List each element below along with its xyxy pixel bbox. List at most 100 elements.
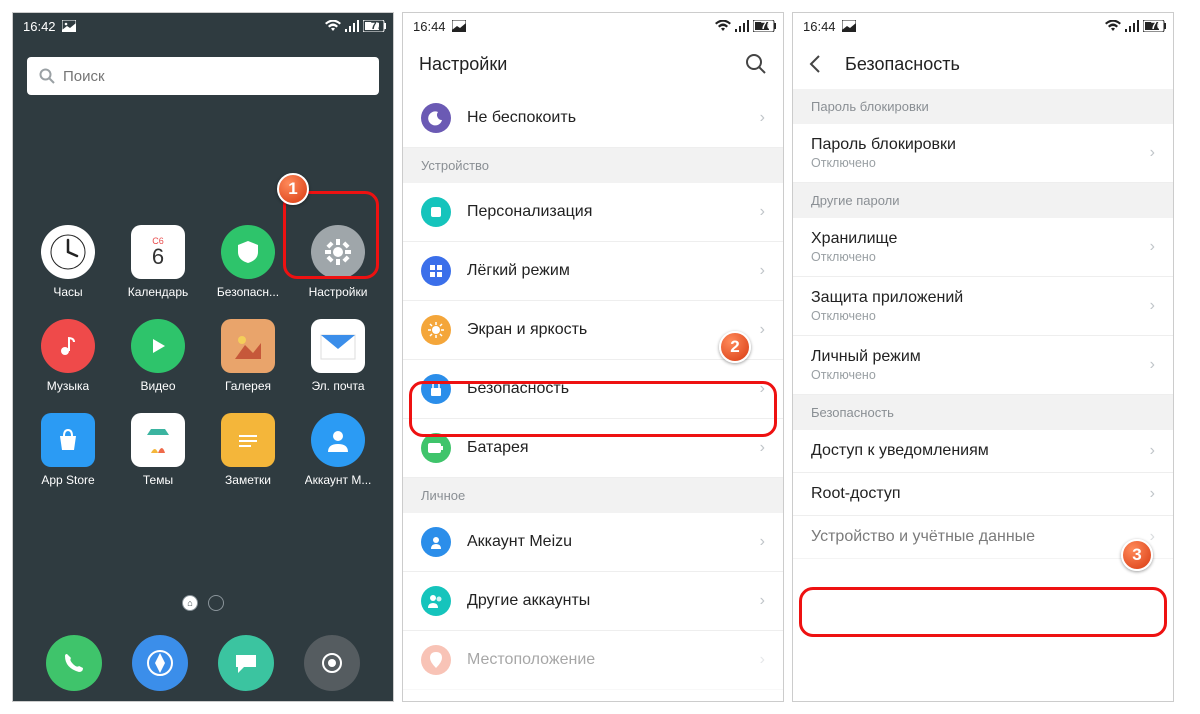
row-device-credentials[interactable]: Устройство и учётные данные ›: [793, 516, 1173, 559]
row-label: Защита приложений: [811, 289, 1134, 307]
step-badge-1: 1: [277, 173, 309, 205]
row-account-meizu[interactable]: Аккаунт Meizu ›: [403, 513, 783, 572]
app-account[interactable]: Аккаунт M...: [297, 413, 379, 487]
app-video[interactable]: Видео: [117, 319, 199, 393]
header: Настройки: [403, 39, 783, 89]
row-private-mode[interactable]: Личный режимОтключено ›: [793, 336, 1173, 395]
app-mail[interactable]: Эл. почта: [297, 319, 379, 393]
row-security[interactable]: Безопасность ›: [403, 360, 783, 419]
dock-browser[interactable]: [132, 635, 188, 691]
grid-icon: [421, 256, 451, 286]
chevron-right-icon: ›: [760, 651, 765, 669]
row-personalization[interactable]: Персонализация ›: [403, 183, 783, 242]
dock-messages[interactable]: [218, 635, 274, 691]
battery-percent: 76: [761, 20, 773, 32]
row-easy-mode[interactable]: Лёгкий режим ›: [403, 242, 783, 301]
row-label: Местоположение: [467, 651, 744, 669]
app-label: Эл. почта: [311, 379, 364, 393]
app-security[interactable]: Безопасн...: [207, 225, 289, 299]
step-badge-2: 2: [719, 331, 751, 363]
chevron-right-icon: ›: [1150, 297, 1155, 315]
row-label: Безопасность: [467, 380, 744, 398]
app-store[interactable]: App Store: [27, 413, 109, 487]
row-sub: Отключено: [811, 309, 1134, 323]
search-input[interactable]: [63, 68, 367, 85]
step-badge-3: 3: [1121, 539, 1153, 571]
battery-percent: 77: [371, 20, 383, 32]
section-device: Устройство: [403, 148, 783, 183]
row-notification-access[interactable]: Доступ к уведомлениям ›: [793, 430, 1173, 473]
chevron-right-icon: ›: [1150, 238, 1155, 256]
app-label: Часы: [53, 285, 82, 299]
location-icon: [421, 645, 451, 675]
sun-icon: [421, 315, 451, 345]
page-title: Безопасность: [845, 54, 1157, 75]
app-label: Галерея: [225, 379, 271, 393]
row-root-access[interactable]: Root-доступ ›: [793, 473, 1173, 516]
page-title: Настройки: [419, 54, 507, 75]
row-label: Личный режим: [811, 348, 1134, 366]
lock-icon: [421, 374, 451, 404]
row-sub: Отключено: [811, 250, 1134, 264]
phone-home: 16:42 77 Часы: [12, 12, 394, 702]
row-label: Другие аккаунты: [467, 592, 744, 610]
battery-icon: [421, 433, 451, 463]
row-label: Экран и яркость: [467, 321, 744, 339]
section-personal: Личное: [403, 478, 783, 513]
row-dnd[interactable]: Не беспокоить ›: [403, 89, 783, 148]
chevron-right-icon: ›: [760, 380, 765, 398]
header: Безопасность: [793, 39, 1173, 89]
row-location[interactable]: Местоположение ›: [403, 631, 783, 690]
app-themes[interactable]: Темы: [117, 413, 199, 487]
status-bar: 16:42 77: [13, 13, 393, 39]
dock-phone[interactable]: [46, 635, 102, 691]
theme-icon: [421, 197, 451, 227]
back-button[interactable]: [809, 54, 833, 74]
signal-icon: [1125, 20, 1139, 32]
highlight-root: [799, 587, 1167, 637]
app-clock[interactable]: Часы: [27, 225, 109, 299]
row-label: Персонализация: [467, 203, 744, 221]
status-time: 16:42: [23, 19, 56, 34]
user-icon: [421, 527, 451, 557]
chevron-right-icon: ›: [760, 592, 765, 610]
row-label: Хранилище: [811, 230, 1134, 248]
chevron-right-icon: ›: [760, 262, 765, 280]
row-label: Root-доступ: [811, 485, 1134, 503]
app-settings[interactable]: Настройки: [297, 225, 379, 299]
section-other-pw: Другие пароли: [793, 183, 1173, 218]
app-label: Видео: [140, 379, 175, 393]
row-label: Пароль блокировки: [811, 136, 1134, 154]
app-notes[interactable]: Заметки: [207, 413, 289, 487]
image-icon: [452, 20, 466, 32]
wifi-icon: [325, 20, 341, 32]
signal-icon: [735, 20, 749, 32]
moon-icon: [421, 103, 451, 133]
search-icon[interactable]: [745, 53, 767, 75]
row-battery[interactable]: Батарея ›: [403, 419, 783, 478]
app-gallery[interactable]: Галерея: [207, 319, 289, 393]
row-label: Доступ к уведомлениям: [811, 442, 1134, 460]
chevron-right-icon: ›: [760, 109, 765, 127]
image-icon: [62, 20, 76, 32]
chevron-right-icon: ›: [760, 321, 765, 339]
row-storage[interactable]: Хранилище Отключено ›: [793, 218, 1173, 277]
image-icon: [842, 20, 856, 32]
app-label: Музыка: [47, 379, 89, 393]
search-icon: [39, 68, 55, 84]
row-label: Устройство и учётные данные: [811, 528, 1134, 546]
app-music[interactable]: Музыка: [27, 319, 109, 393]
chevron-right-icon: ›: [1150, 485, 1155, 503]
row-app-protection[interactable]: Защита приложений Отключено ›: [793, 277, 1173, 336]
dock-camera[interactable]: [304, 635, 360, 691]
search-bar[interactable]: [27, 57, 379, 95]
phone-security: 16:44 76 Безопасность Пароль блокировки …: [792, 12, 1174, 702]
app-label: Настройки: [309, 285, 368, 299]
row-sub: Отключено: [811, 368, 1134, 382]
row-label: Не беспокоить: [467, 109, 744, 127]
app-label: Заметки: [225, 473, 271, 487]
row-lock-password[interactable]: Пароль блокировкиОтключено ›: [793, 124, 1173, 183]
status-time: 16:44: [803, 19, 836, 34]
row-other-accounts[interactable]: Другие аккаунты ›: [403, 572, 783, 631]
app-calendar[interactable]: C6 6 Календарь: [117, 225, 199, 299]
